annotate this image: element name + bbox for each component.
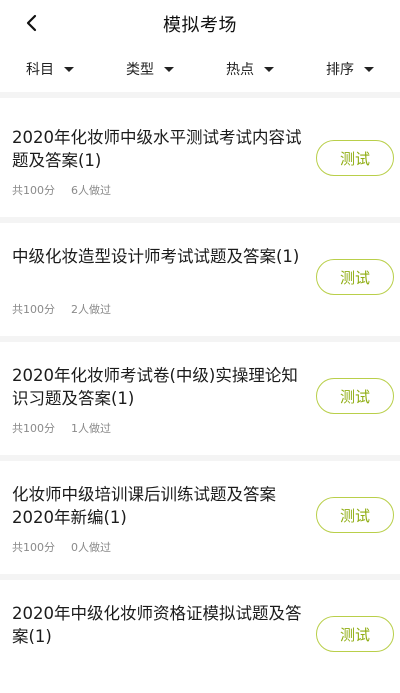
filter-hot[interactable]: 热点	[200, 59, 300, 79]
caret-down-icon	[164, 67, 174, 72]
list-item[interactable]: 2020年化妆师考试卷(中级)实操理论知识习题及答案(1) 共100分 1人做过…	[0, 336, 400, 455]
filter-label: 热点	[226, 62, 254, 78]
exam-score: 共100分	[12, 422, 55, 435]
exam-title: 2020年中级化妆师资格证模拟试题及答案(1)	[12, 604, 302, 646]
exam-count: 1人做过	[71, 422, 111, 435]
list-item[interactable]: 2020年化妆师中级水平测试考试内容试题及答案(1) 共100分 6人做过 测试	[0, 98, 400, 217]
test-button[interactable]: 测试	[316, 497, 394, 533]
list-item[interactable]: 中级化妆造型设计师考试试题及答案(1) 共100分 2人做过 测试	[0, 217, 400, 336]
caret-down-icon	[264, 67, 274, 72]
exam-score: 共100分	[12, 303, 55, 316]
page-title: 模拟考场	[163, 15, 237, 36]
exam-meta: 共100分 2人做过	[12, 301, 111, 317]
exam-count: 0人做过	[71, 541, 111, 554]
exam-title: 2020年化妆师中级水平测试考试内容试题及答案(1)	[12, 128, 302, 170]
exam-list: 2020年化妆师中级水平测试考试内容试题及答案(1) 共100分 6人做过 测试…	[0, 98, 400, 693]
filter-bar: 科目 类型 热点 排序	[0, 46, 400, 92]
test-button[interactable]: 测试	[316, 616, 394, 652]
filter-type[interactable]: 类型	[100, 59, 200, 79]
exam-count: 6人做过	[71, 184, 111, 197]
list-item[interactable]: 化妆师中级培训课后训练试题及答案2020年新编(1) 共100分 0人做过 测试	[0, 455, 400, 574]
filter-subject[interactable]: 科目	[0, 59, 100, 79]
exam-title: 化妆师中级培训课后训练试题及答案2020年新编(1)	[12, 485, 276, 527]
filter-label: 类型	[126, 62, 154, 78]
exam-meta: 共100分 6人做过	[12, 182, 111, 198]
list-item[interactable]: 2020年中级化妆师资格证模拟试题及答案(1) 测试	[0, 574, 400, 693]
filter-label: 排序	[326, 62, 354, 78]
exam-title: 中级化妆造型设计师考试试题及答案(1)	[12, 247, 300, 266]
test-button[interactable]: 测试	[316, 140, 394, 176]
exam-count: 2人做过	[71, 303, 111, 316]
exam-score: 共100分	[12, 541, 55, 554]
exam-title: 2020年化妆师考试卷(中级)实操理论知识习题及答案(1)	[12, 366, 298, 408]
filter-label: 科目	[26, 62, 54, 78]
test-button[interactable]: 测试	[316, 259, 394, 295]
exam-meta: 共100分 0人做过	[12, 539, 111, 555]
top-bar: 模拟考场	[0, 0, 400, 46]
caret-down-icon	[64, 67, 74, 72]
exam-meta: 共100分 1人做过	[12, 420, 111, 436]
test-button[interactable]: 测试	[316, 378, 394, 414]
exam-score: 共100分	[12, 184, 55, 197]
caret-down-icon	[364, 67, 374, 72]
filter-sort[interactable]: 排序	[300, 59, 400, 79]
